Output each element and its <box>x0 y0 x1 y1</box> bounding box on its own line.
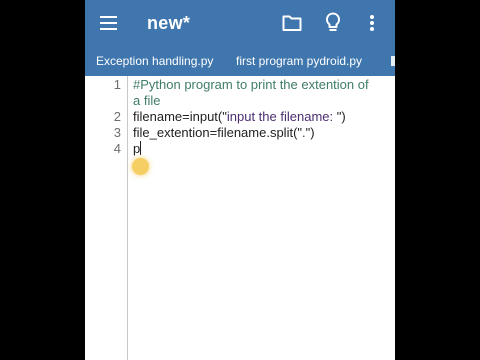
lightbulb-icon[interactable] <box>325 12 341 34</box>
line-number: 2 <box>113 109 121 124</box>
code-text: p <box>133 141 141 156</box>
phone-screen: new* Exception handling.py first program… <box>85 0 395 360</box>
code-text: ") <box>336 109 346 124</box>
code-text: ") <box>305 125 315 140</box>
tab-overflow-indicator <box>391 56 395 66</box>
folder-icon[interactable] <box>282 14 302 32</box>
gutter-divider <box>127 76 128 360</box>
code-line: file_extention=filename.split(".") <box>133 125 315 140</box>
line-number: 3 <box>113 125 121 140</box>
code-line-wrap: a file <box>133 93 161 108</box>
tab-first-program[interactable]: first program pydroid.py <box>236 54 362 68</box>
touch-indicator <box>132 158 149 175</box>
file-tabs: Exception handling.py first program pydr… <box>85 46 395 76</box>
line-number: 1 <box>113 77 121 92</box>
tab-exception-handling[interactable]: Exception handling.py <box>96 54 213 68</box>
file-title: new* <box>147 13 191 33</box>
more-vert-icon[interactable] <box>368 14 376 32</box>
app-bar: new* <box>85 0 395 46</box>
code-text: file_extention=filename.split(" <box>133 125 303 140</box>
code-text: filename=input(" <box>133 109 227 124</box>
code-line: #Python program to print the extention o… <box>133 77 369 92</box>
code-line: filename=input("input the filename: ") <box>133 109 346 124</box>
code-line: p <box>133 141 142 156</box>
menu-icon[interactable] <box>100 16 117 30</box>
string-literal: input the filename: <box>226 109 337 124</box>
line-number: 4 <box>113 141 121 156</box>
code-editor[interactable]: 1 2 3 4 #Python program to print the ext… <box>85 76 395 360</box>
text-cursor <box>140 141 142 155</box>
